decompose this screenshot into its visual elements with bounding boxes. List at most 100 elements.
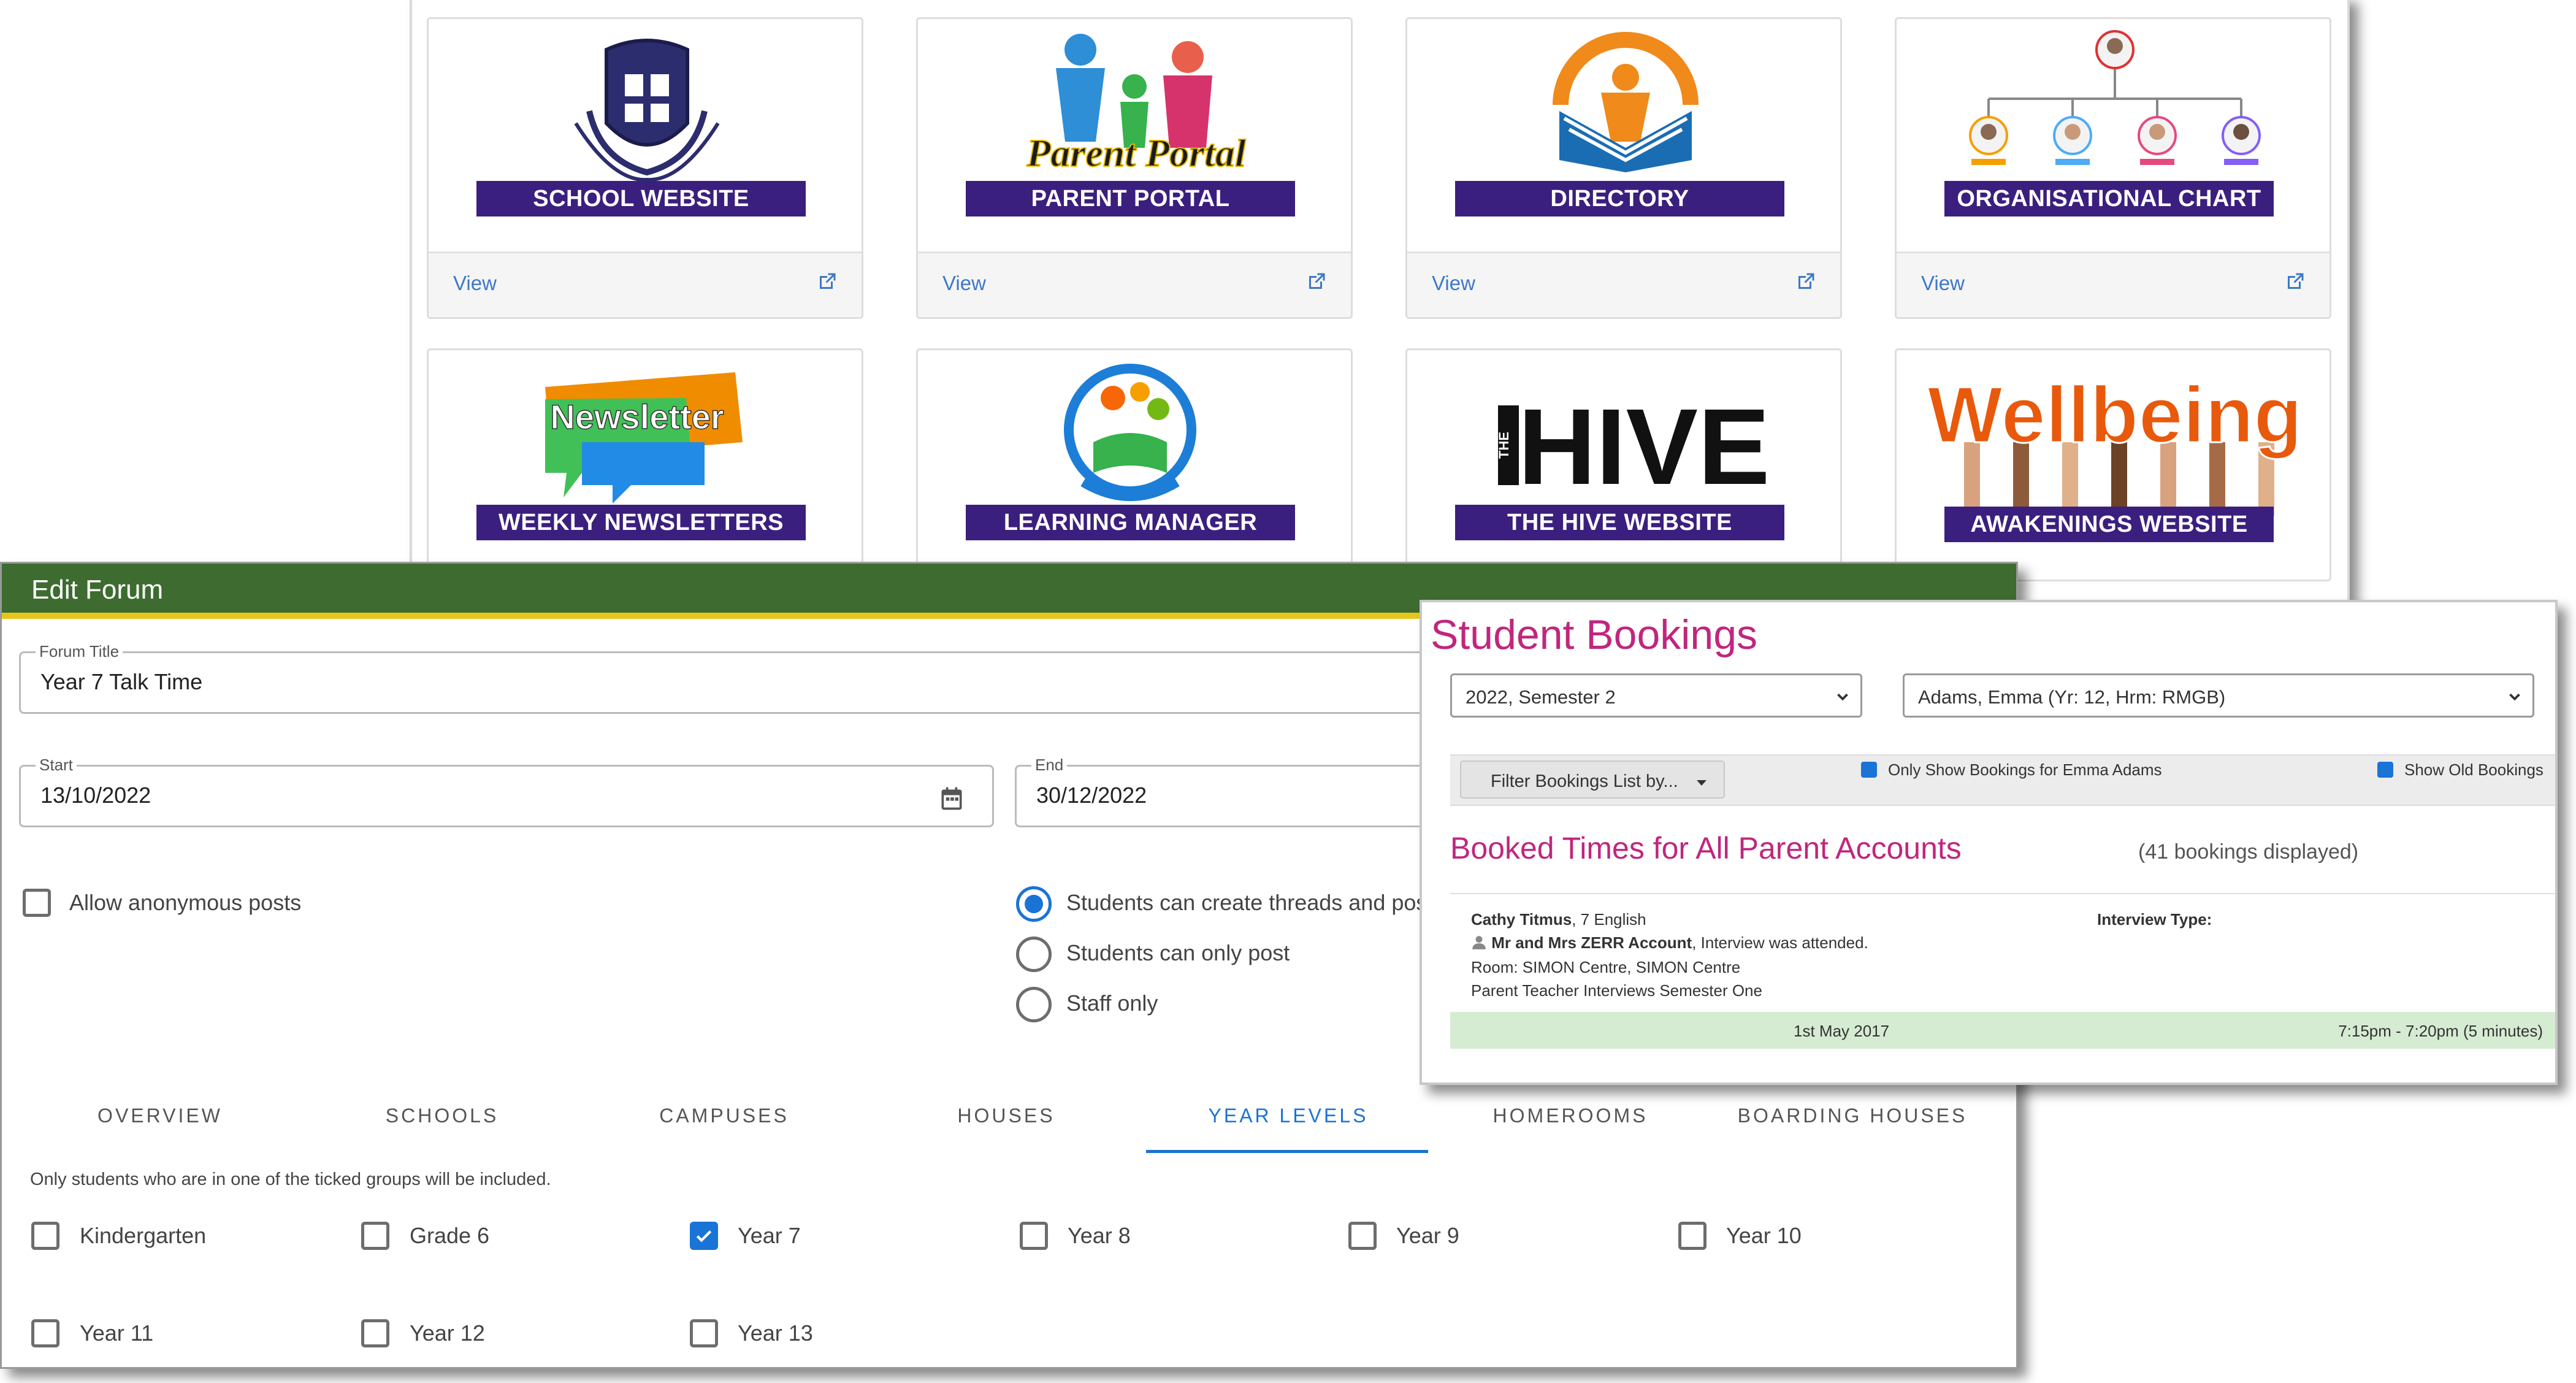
learning-manager-logo [918,350,1351,577]
tile-organisational-chart[interactable]: ORGANISATIONAL CHART View [1895,17,2331,319]
checkbox-kindergarten[interactable] [31,1222,59,1250]
label-year-11: Year 11 [80,1320,154,1346]
wellbeing-logo: Wellbeing [1897,350,2329,577]
filter-bookings-button-label: Filter Bookings List by... [1491,772,1678,791]
hive-logo-text: HIVE [1518,387,1770,507]
checkbox-year-7[interactable] [690,1222,718,1250]
external-link-icon[interactable] [1795,270,1817,293]
tile-awakenings-website[interactable]: Wellbeing AWAKENINGS WEBSITE [1895,348,2331,581]
semester-select-value: 2022, Semester 2 [1466,686,1616,708]
booking-teacher-line: Cathy Titmus, 7 English [1471,910,1646,929]
view-link[interactable]: View [453,272,497,295]
anonymous-posts-checkbox[interactable] [23,889,51,917]
forum-title-label: Forum Title [36,642,123,661]
label-year-9: Year 9 [1396,1223,1459,1248]
filter-bookings-button[interactable]: Filter Bookings List by... [1460,760,1725,799]
radio-only-post-label: Students can only post [1066,940,1290,965]
bookings-title: Student Bookings [1431,611,1758,658]
tile-title: LEARNING MANAGER [966,505,1295,540]
student-select-value: Adams, Emma (Yr: 12, Hrm: RMGB) [1918,686,2226,708]
links-tiles-panel: SCHOOL WEBSITE View Parent Portal PARENT… [410,0,2350,610]
show-old-bookings-checkbox[interactable] [2377,762,2393,778]
active-tab-indicator [1146,1150,1428,1153]
year-levels-note: Only students who are in one of the tick… [30,1170,551,1189]
person-icon [1472,936,1486,949]
booking-date: 1st May 2017 [1794,1022,1890,1040]
checkbox-year-10[interactable] [1678,1222,1707,1250]
checkmark-icon [696,1230,712,1243]
view-link[interactable]: View [1432,272,1475,295]
radio-create-threads-label: Students can create threads and pos [1066,890,1428,915]
the-hive-logo: THE HIVE [1407,350,1840,577]
checkbox-grade-6[interactable] [361,1222,389,1250]
tile-school-website[interactable]: SCHOOL WEBSITE View [427,17,863,319]
forum-title-field[interactable]: Forum Title Year 7 Talk Time [19,642,1491,714]
start-date-field[interactable]: Start 13/10/2022 [19,756,994,827]
filter-toolbar: Filter Bookings List by... Only Show Boo… [1450,754,2555,806]
student-select[interactable]: Adams, Emma (Yr: 12, Hrm: RMGB) [1903,673,2534,718]
tab-year-levels[interactable]: YEAR LEVELS [1160,1105,1417,1127]
start-date-label: Start [36,756,77,775]
label-year-10: Year 10 [1726,1223,1802,1248]
label-year-13: Year 13 [738,1320,813,1346]
checkbox-year-12[interactable] [361,1319,389,1347]
start-date-value[interactable]: 13/10/2022 [40,783,151,808]
booking-time: 7:15pm - 7:20pm (5 minutes) [2338,1022,2543,1040]
tile-title: SCHOOL WEBSITE [476,181,806,216]
only-show-bookings-checkbox[interactable] [1861,762,1877,778]
radio-only-post[interactable] [1016,937,1052,972]
parent-account: Mr and Mrs ZERR Account [1491,933,1692,952]
label-year-8: Year 8 [1068,1223,1131,1248]
tile-title: AWAKENINGS WEBSITE [1944,507,2274,542]
caret-down-icon [1697,780,1707,786]
bookings-count: (41 bookings displayed) [2138,840,2359,864]
end-date-value[interactable]: 30/12/2022 [1036,783,1147,808]
chevron-down-icon [2509,693,2520,701]
tile-title: THE HIVE WEBSITE [1455,505,1784,540]
checkbox-year-13[interactable] [690,1319,718,1347]
tab-campuses[interactable]: CAMPUSES [595,1105,853,1127]
newsletter-logo-text: Newsletter [550,397,724,436]
view-link[interactable]: View [1921,272,1965,295]
tab-schools[interactable]: SCHOOLS [313,1105,571,1127]
tile-title: ORGANISATIONAL CHART [1944,181,2274,216]
tile-the-hive-website[interactable]: THE HIVE THE HIVE WEBSITE [1405,348,1842,581]
tab-homerooms[interactable]: HOMEROOMS [1442,1105,1699,1127]
teacher-subject: , 7 English [1572,910,1646,929]
radio-staff-only[interactable] [1016,987,1052,1022]
tab-boarding-houses[interactable]: BOARDING HOUSES [1724,1105,1981,1127]
checkbox-year-8[interactable] [1020,1222,1048,1250]
tile-title: PARENT PORTAL [966,181,1295,216]
attendance-status: , Interview was attended. [1692,933,1868,952]
tile-weekly-newsletters[interactable]: Newsletter WEEKLY NEWSLETTERS [427,348,863,581]
checkbox-year-9[interactable] [1348,1222,1377,1250]
tab-overview[interactable]: OVERVIEW [31,1105,289,1127]
tile-parent-portal[interactable]: Parent Portal PARENT PORTAL View [916,17,1353,319]
tile-directory[interactable]: DIRECTORY View [1405,17,1842,319]
wellbeing-logo-text: Wellbeing [1927,370,2303,459]
view-link[interactable]: View [942,272,986,295]
student-bookings-panel: Student Bookings 2022, Semester 2 Adams,… [1420,600,2558,1085]
label-year-7: Year 7 [738,1223,801,1248]
booking-date-bar: 1st May 2017 7:15pm - 7:20pm (5 minutes) [1450,1012,2555,1049]
dialog-title: Edit Forum [31,575,164,605]
forum-title-value[interactable]: Year 7 Talk Time [40,669,202,695]
label-grade-6: Grade 6 [410,1223,490,1248]
external-link-icon[interactable] [816,270,838,293]
newsletter-logo: Newsletter [429,350,862,577]
radio-create-threads[interactable] [1016,886,1052,922]
booked-times-title: Booked Times for All Parent Accounts [1450,831,1962,865]
semester-select[interactable]: 2022, Semester 2 [1450,673,1862,718]
calendar-icon[interactable] [938,785,965,812]
tile-footer: View [1897,251,2329,317]
tile-footer: View [918,251,1351,317]
booking-event: Parent Teacher Interviews Semester One [1471,981,1762,1000]
tile-learning-manager[interactable]: LEARNING MANAGER [916,348,1353,581]
booking-entry[interactable]: Cathy Titmus, 7 English Mr and Mrs ZERR … [1450,893,2555,1060]
tab-houses[interactable]: HOUSES [877,1105,1135,1127]
external-link-icon[interactable] [2284,270,2306,293]
external-link-icon[interactable] [1305,270,1328,293]
show-old-bookings-label: Show Old Bookings [2404,760,2544,779]
chevron-down-icon [1837,693,1848,701]
checkbox-year-11[interactable] [31,1319,59,1347]
